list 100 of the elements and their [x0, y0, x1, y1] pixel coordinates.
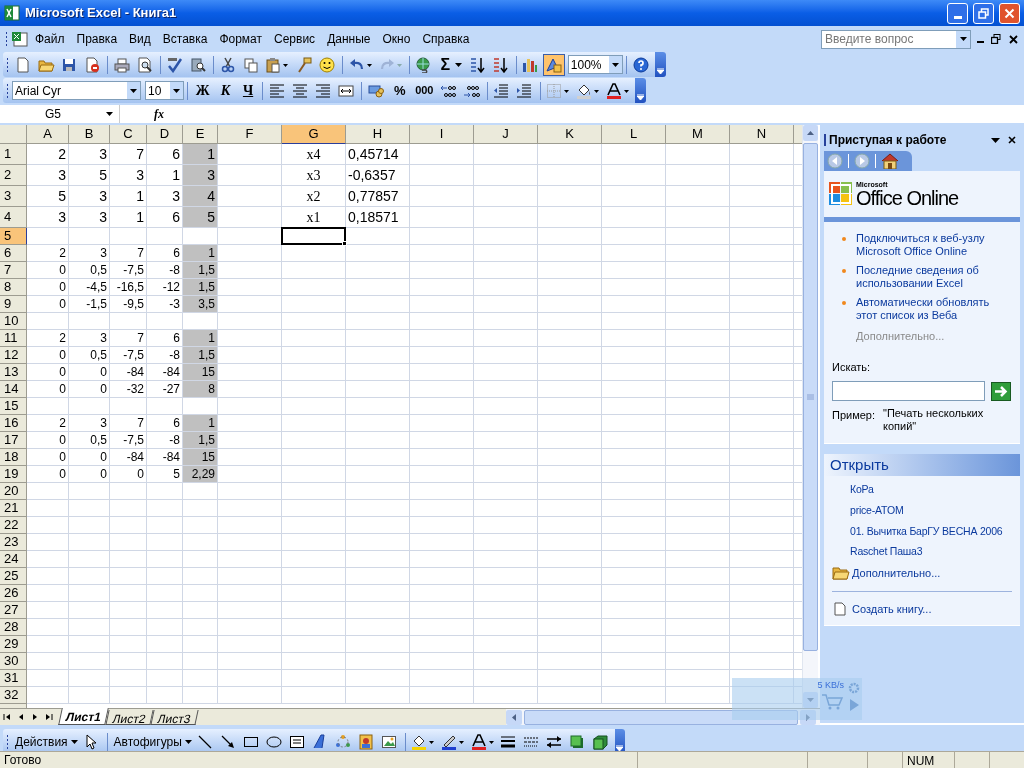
- insert-function-button[interactable]: fx: [154, 105, 164, 123]
- percent-button[interactable]: %: [388, 79, 411, 102]
- workbook-icon[interactable]: [11, 31, 29, 47]
- caret-icon[interactable]: [455, 62, 463, 67]
- file-link[interactable]: Raschet Паша3: [850, 544, 923, 560]
- more-link[interactable]: Дополнительно...: [852, 565, 941, 582]
- column-header[interactable]: I: [410, 125, 474, 144]
- row-header[interactable]: 7: [0, 262, 27, 279]
- row-header[interactable]: 28: [0, 619, 27, 636]
- column-header[interactable]: L: [602, 125, 666, 144]
- file-link[interactable]: price-ATOM: [850, 502, 904, 519]
- close-button[interactable]: [999, 2, 1020, 24]
- horizontal-scroll-thumb[interactable]: [524, 709, 798, 725]
- scroll-up-button[interactable]: [803, 125, 818, 141]
- row-header[interactable]: 31: [0, 670, 27, 687]
- italic-button[interactable]: К: [214, 79, 237, 102]
- autosum-button[interactable]: Σ: [436, 53, 467, 76]
- row-header[interactable]: 3: [0, 186, 27, 207]
- caret-icon[interactable]: [612, 62, 620, 67]
- row-header[interactable]: 15: [0, 398, 27, 415]
- sheet-tab[interactable]: Лист1: [58, 708, 109, 725]
- restore-icon[interactable]: [991, 34, 1001, 44]
- name-box[interactable]: G5: [0, 105, 120, 123]
- row-header[interactable]: 12: [0, 347, 27, 364]
- row-header[interactable]: 11: [0, 330, 27, 347]
- row-header[interactable]: 23: [0, 534, 27, 551]
- column-header[interactable]: M: [666, 125, 730, 144]
- go-icon[interactable]: [991, 381, 1011, 401]
- next-sheet-icon[interactable]: [31, 713, 39, 721]
- help-search-field[interactable]: Введите вопрос: [821, 29, 971, 49]
- row-header[interactable]: 8: [0, 279, 27, 296]
- row-header[interactable]: 6: [0, 245, 27, 262]
- file-link[interactable]: 01. Вычитка БарГУ ВЕСНА 2006: [850, 523, 1003, 540]
- first-sheet-icon[interactable]: [3, 713, 11, 721]
- toolbar-options-icon[interactable]: [655, 52, 666, 77]
- row-header[interactable]: 19: [0, 466, 27, 483]
- menu-item[interactable]: Формат: [213, 28, 269, 50]
- create-link[interactable]: Создать книгу...: [852, 600, 932, 617]
- row-header[interactable]: 26: [0, 585, 27, 602]
- autoshapes-menu[interactable]: Автофигуры: [110, 730, 195, 753]
- toolbar-options-icon[interactable]: [635, 78, 646, 103]
- row-header[interactable]: 16: [0, 415, 27, 432]
- home-icon[interactable]: [881, 153, 899, 169]
- menu-item[interactable]: Окно: [376, 28, 417, 50]
- last-sheet-icon[interactable]: [45, 713, 53, 721]
- menu-item[interactable]: Правка: [70, 28, 124, 50]
- row-header[interactable]: 18: [0, 449, 27, 466]
- menu-item[interactable]: Сервис: [268, 28, 322, 50]
- dropdown-icon[interactable]: [991, 137, 1000, 143]
- actions-menu[interactable]: Действия: [12, 730, 81, 753]
- column-header[interactable]: K: [538, 125, 602, 144]
- restore-button[interactable]: [973, 2, 994, 24]
- row-header[interactable]: 10: [0, 313, 27, 330]
- caret-icon[interactable]: [106, 112, 113, 116]
- menu-item[interactable]: Вставка: [156, 28, 214, 50]
- forward-icon[interactable]: [854, 153, 870, 169]
- menu-item[interactable]: Справка: [416, 28, 476, 50]
- column-header[interactable]: G: [282, 125, 346, 144]
- row-header[interactable]: 2: [0, 165, 27, 186]
- font-size-field[interactable]: 10: [145, 81, 185, 100]
- row-header[interactable]: 14: [0, 381, 27, 398]
- caret-icon[interactable]: [130, 88, 138, 93]
- column-header[interactable]: D: [147, 125, 183, 144]
- scroll-left-button[interactable]: [506, 709, 522, 725]
- back-icon[interactable]: [827, 153, 843, 169]
- row-header[interactable]: 30: [0, 653, 27, 670]
- column-header[interactable]: B: [69, 125, 110, 144]
- sheet-tab[interactable]: Лист3: [150, 710, 199, 725]
- row-header[interactable]: 17: [0, 432, 27, 449]
- column-header[interactable]: E: [183, 125, 218, 144]
- caret-icon[interactable]: [70, 739, 78, 744]
- row-header[interactable]: 13: [0, 364, 27, 381]
- link[interactable]: Подключиться к веб-узлу Microsoft Office Online: [856, 232, 1012, 258]
- menu-item[interactable]: Данные: [321, 28, 377, 50]
- drawing-icon[interactable]: [542, 53, 565, 76]
- close-icon[interactable]: [1008, 136, 1016, 144]
- scroll-thumb[interactable]: [803, 143, 818, 651]
- column-header[interactable]: N: [730, 125, 794, 144]
- link[interactable]: Последние сведения об использовании Excel: [856, 264, 1012, 290]
- previous-sheet-icon[interactable]: [17, 713, 25, 721]
- minimize-button[interactable]: [947, 2, 968, 24]
- close-icon[interactable]: [1009, 34, 1018, 44]
- row-header[interactable]: 24: [0, 551, 27, 568]
- sheet-tab[interactable]: Лист2: [105, 710, 154, 725]
- row-header[interactable]: 20: [0, 483, 27, 500]
- menu-item[interactable]: Вид: [123, 28, 157, 50]
- row-header[interactable]: 25: [0, 568, 27, 585]
- row-header[interactable]: 29: [0, 636, 27, 653]
- caret-icon[interactable]: [184, 739, 192, 744]
- file-link[interactable]: КоРа: [850, 482, 874, 498]
- zoom-field[interactable]: 100%: [567, 55, 624, 74]
- underline-button[interactable]: Ч: [236, 79, 260, 102]
- row-header[interactable]: 5: [0, 228, 27, 245]
- row-header[interactable]: 9: [0, 296, 27, 313]
- column-header[interactable]: F: [218, 125, 282, 144]
- thousands-button[interactable]: 000: [411, 79, 438, 102]
- column-header[interactable]: C: [110, 125, 147, 144]
- font-name-field[interactable]: Arial Cyr: [12, 81, 142, 100]
- dropdown-icon[interactable]: [959, 37, 967, 41]
- row-header[interactable]: 1: [0, 144, 27, 165]
